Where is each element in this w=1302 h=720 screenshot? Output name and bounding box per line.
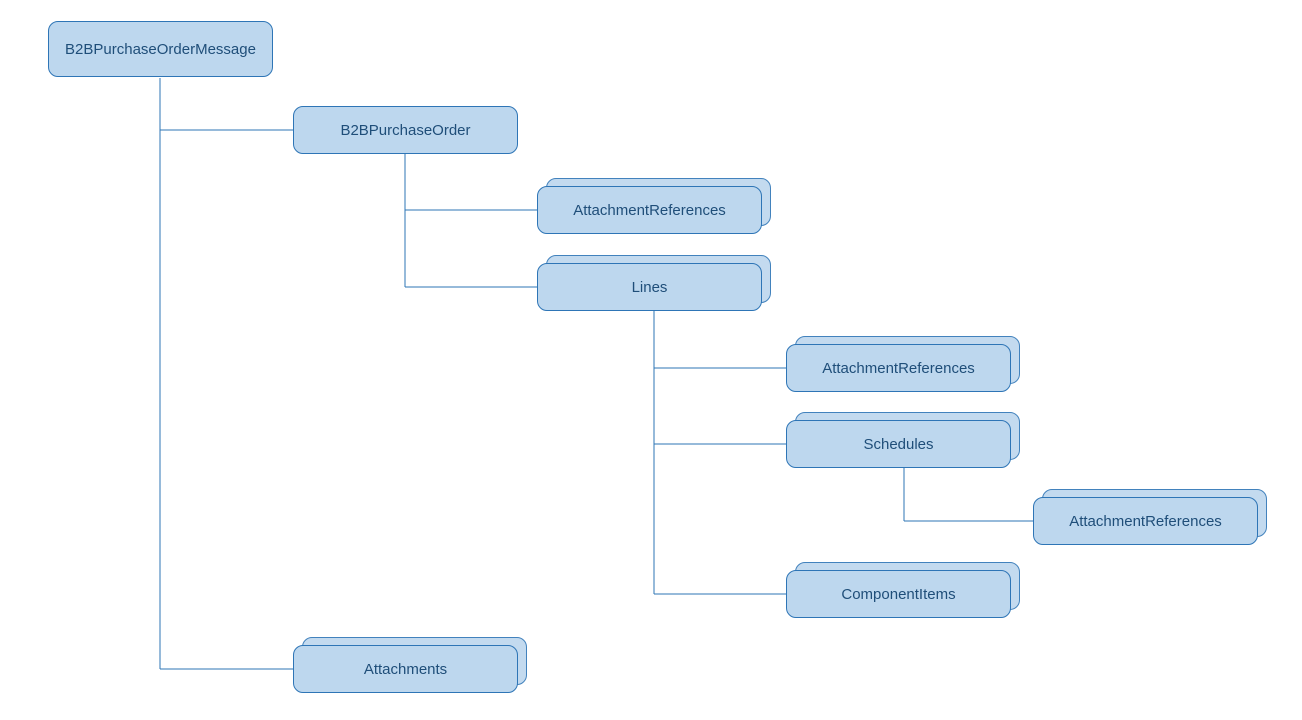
node-schedules: Schedules [786,420,1011,468]
node-attachment-references-2: AttachmentReferences [786,344,1011,392]
node-attachment-references-1: AttachmentReferences [537,186,762,234]
node-b2b-purchase-order-message: B2BPurchaseOrderMessage [48,21,273,77]
node-attachment-references-3: AttachmentReferences [1033,497,1258,545]
connector-lines [0,0,1302,720]
node-lines: Lines [537,263,762,311]
node-component-items: ComponentItems [786,570,1011,618]
node-attachments: Attachments [293,645,518,693]
node-b2b-purchase-order: B2BPurchaseOrder [293,106,518,154]
